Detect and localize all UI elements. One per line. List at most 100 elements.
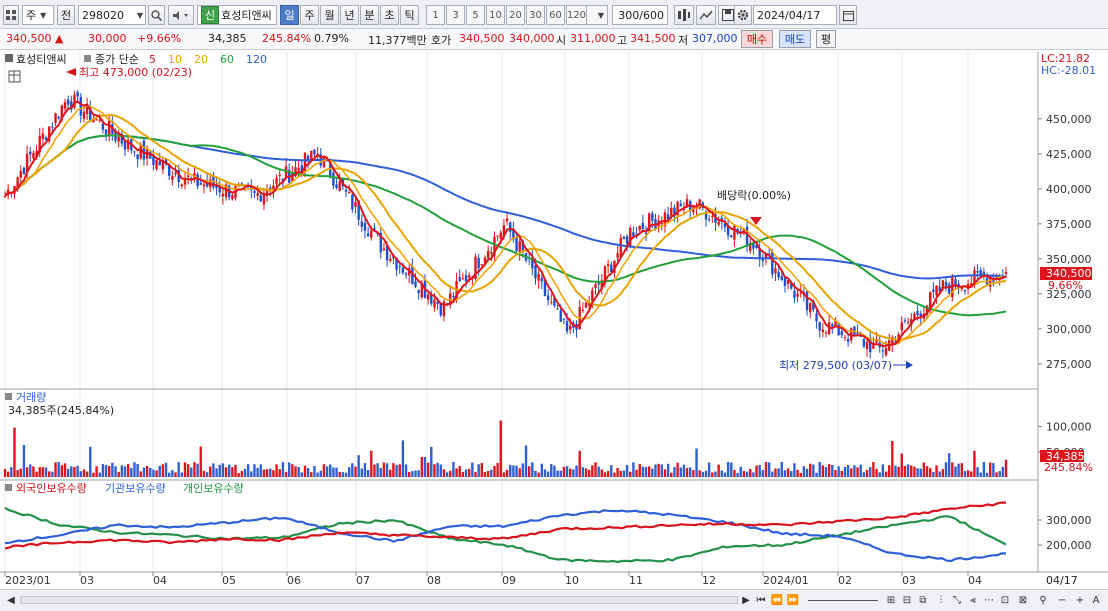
period-button-3[interactable]: 년 xyxy=(340,5,359,25)
play-icon[interactable]: ▶ xyxy=(740,593,752,608)
scroll-bar[interactable]: ◀ ▶ ⏮ ⏪ ⏩ ⊞ ⊟ ⧉ ⫶ ⤡ ⫷ ⋯ ⊡ ⊠ ⚲ − + A xyxy=(0,589,1108,611)
fib-icon[interactable]: ⋯ xyxy=(982,593,996,608)
horizontal-line-icon[interactable]: ⫷ xyxy=(966,593,980,608)
volume-bar xyxy=(941,469,945,477)
ruler-icon[interactable]: ⊡ xyxy=(998,593,1012,608)
font-size-icon[interactable]: A xyxy=(1090,593,1102,608)
candle-body xyxy=(840,331,843,336)
volume-bar xyxy=(935,465,938,477)
interval-button-1[interactable]: 3 xyxy=(446,5,465,25)
trend-tool-icon[interactable] xyxy=(696,5,716,25)
candle-body xyxy=(332,172,335,186)
candle-body xyxy=(818,321,821,331)
volume-bar xyxy=(603,472,607,477)
volume-bar xyxy=(663,469,667,477)
volume-bar xyxy=(275,464,278,477)
volume-bar xyxy=(379,467,382,477)
first-page-icon[interactable]: ⏮ xyxy=(754,593,768,608)
sell-button[interactable]: 매도 xyxy=(779,30,811,48)
volume-bar xyxy=(638,464,641,477)
interval-button-7[interactable]: 120 xyxy=(566,5,587,25)
volume-bar xyxy=(783,470,787,477)
volume-bar xyxy=(1001,466,1005,477)
stock-code-input[interactable]: 298020 ▼ xyxy=(78,5,146,25)
panel-menu-icon[interactable] xyxy=(5,54,13,62)
gear-icon[interactable] xyxy=(734,5,752,25)
rewind-icon[interactable]: ⏪ xyxy=(770,593,784,608)
chart-area[interactable]: 효성티앤씨 종가 단순 5 10 20 60 120 LC:21.82 HC:-28.0… xyxy=(0,52,1108,588)
calendar-icon[interactable] xyxy=(839,5,857,25)
hc-label: HC:-28.01 xyxy=(1041,64,1096,77)
measure-icon[interactable]: ⤡ xyxy=(950,593,964,608)
fast-forward-icon[interactable]: ⏩ xyxy=(786,593,800,608)
legend-marker-icon xyxy=(84,55,91,62)
volume-bar xyxy=(464,469,468,477)
volume-bar xyxy=(565,466,569,477)
volume-bar xyxy=(237,472,240,477)
copy-icon[interactable]: ⧉ xyxy=(916,593,930,608)
volume-bar xyxy=(174,472,177,477)
candle-body xyxy=(707,219,711,221)
volume-bar xyxy=(199,446,202,477)
buy-button[interactable]: 매수 xyxy=(741,30,773,48)
interval-button-2[interactable]: 5 xyxy=(466,5,485,25)
candle-body xyxy=(360,221,364,227)
candle-body xyxy=(565,321,569,332)
crosshair-icon[interactable]: ⊞ xyxy=(884,593,898,608)
interval-button-6[interactable]: 60 xyxy=(546,5,565,25)
panel-menu-icon[interactable] xyxy=(5,393,12,400)
volume-ratio: 245.84% xyxy=(262,32,311,45)
date-input[interactable]: 2024/04/17 xyxy=(753,5,837,25)
volume-bar xyxy=(60,465,64,477)
period-button-4[interactable]: 분 xyxy=(360,5,379,25)
volume-bar xyxy=(970,471,973,477)
candle-body xyxy=(180,184,184,187)
grid-icon[interactable] xyxy=(3,5,19,25)
volume-bar xyxy=(745,471,749,477)
volume-bar xyxy=(619,470,622,477)
zoom-slider[interactable] xyxy=(808,600,878,601)
scroll-left-icon[interactable]: ◀ xyxy=(6,593,16,608)
interval-button-0[interactable]: 1 xyxy=(426,5,445,25)
new-listing-badge: 신 xyxy=(201,6,220,24)
search-icon[interactable] xyxy=(148,5,165,25)
period-button-5[interactable]: 초 xyxy=(380,5,399,25)
interval-button-4[interactable]: 20 xyxy=(506,5,525,25)
fit-icon[interactable]: ⊠ xyxy=(1016,593,1030,608)
data-count-field[interactable]: 300 /600 xyxy=(612,5,668,25)
x-axis-tick: 06 xyxy=(287,574,301,587)
volume-bar xyxy=(13,427,16,477)
interval-button-5[interactable]: 30 xyxy=(526,5,545,25)
speaker-icon[interactable] xyxy=(168,5,194,25)
volume-bar xyxy=(799,472,802,477)
volume-bar xyxy=(657,463,660,477)
period-button-2[interactable]: 월 xyxy=(320,5,339,25)
scroll-track[interactable] xyxy=(20,596,738,604)
volume-bar xyxy=(537,472,540,477)
market-select[interactable]: 주 ▼ xyxy=(22,5,54,25)
panel-menu-icon[interactable] xyxy=(5,484,12,491)
volume-bar xyxy=(363,463,367,477)
period-button-6[interactable]: 틱 xyxy=(400,5,419,25)
magnifier-icon[interactable]: ⚲ xyxy=(1036,593,1050,608)
eval-button[interactable]: 평 xyxy=(816,30,836,48)
zoom-in-icon[interactable]: + xyxy=(1074,593,1086,608)
volume-bar xyxy=(790,471,793,477)
candle-body xyxy=(537,274,540,281)
period-button-1[interactable]: 주 xyxy=(300,5,319,25)
volume-bar xyxy=(502,472,506,477)
compare-icon[interactable]: ⊟ xyxy=(900,593,914,608)
volume-bar xyxy=(48,471,51,477)
zoom-out-icon[interactable]: − xyxy=(1056,593,1068,608)
tool-icon[interactable] xyxy=(674,5,694,25)
volume-bar xyxy=(373,464,376,477)
interval-button-3[interactable]: 10 xyxy=(486,5,505,25)
volume-bar xyxy=(831,465,834,477)
volume-bar xyxy=(297,467,300,477)
vertical-line-icon[interactable]: ⫶ xyxy=(934,593,948,608)
volume-bar xyxy=(310,472,313,477)
period-button-0[interactable]: 일 xyxy=(280,5,299,25)
volume-bar xyxy=(101,463,105,477)
prev-button[interactable]: 전 xyxy=(57,5,75,25)
volume-bar xyxy=(111,462,114,477)
